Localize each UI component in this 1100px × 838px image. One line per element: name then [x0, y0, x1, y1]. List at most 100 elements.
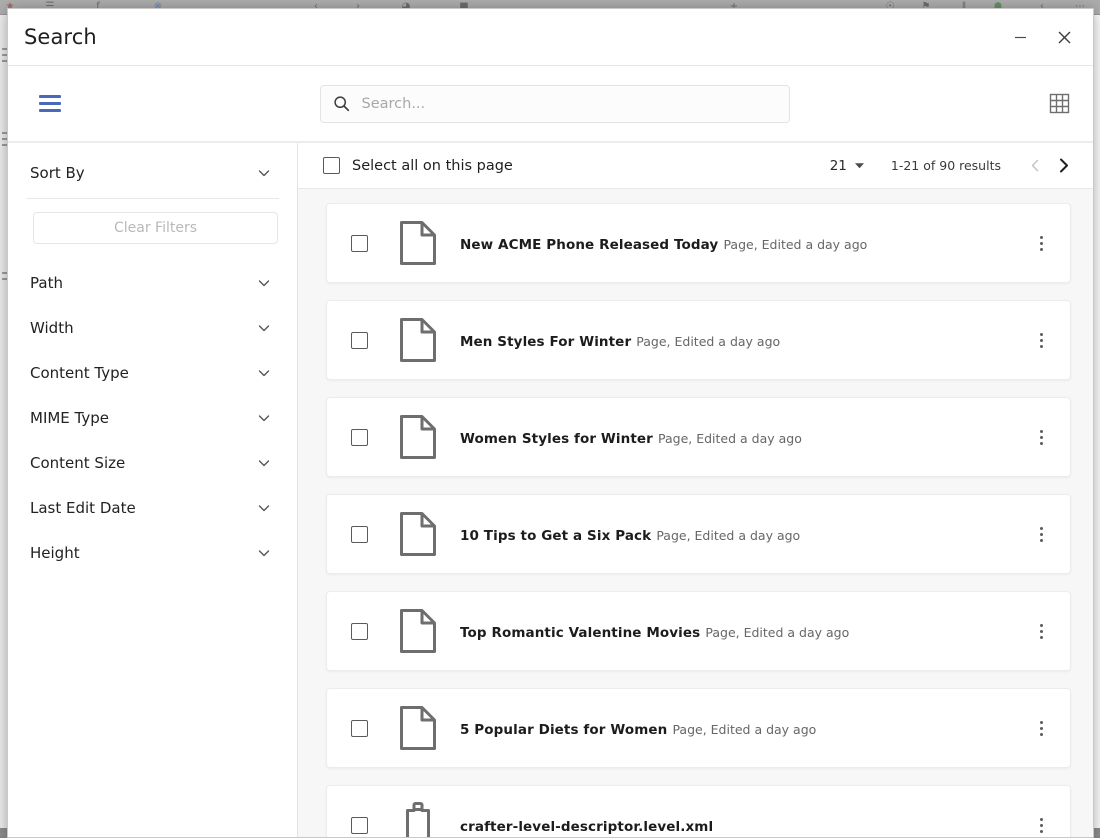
result-checkbox[interactable] [351, 331, 368, 349]
result-text: 10 Tips to Get a Six Pack Page, Edited a… [460, 525, 1026, 544]
search-toolbar [8, 66, 1093, 142]
kebab-dot [1039, 526, 1043, 530]
dialog-titlebar: Search [8, 9, 1093, 66]
pagination-controls: 21 1-21 of 90 results [830, 152, 1077, 180]
result-subtitle: Page, Edited a day ago [658, 430, 802, 446]
search-input[interactable] [359, 94, 777, 113]
result-checkbox[interactable] [351, 525, 368, 543]
chevron-down-icon [256, 275, 272, 291]
kebab-dot [1039, 241, 1043, 245]
sidebar-item-path[interactable]: Path [8, 260, 297, 305]
result-text: Women Styles for Winter Page, Edited a d… [460, 428, 1026, 447]
chevron-down-icon [256, 165, 272, 181]
chevron-down-icon [256, 365, 272, 381]
kebab-dot [1039, 332, 1043, 336]
kebab-dot [1039, 823, 1043, 827]
kebab-dot [1039, 623, 1043, 627]
result-checkbox[interactable] [351, 816, 368, 834]
result-text: 5 Popular Diets for Women Page, Edited a… [460, 719, 1026, 738]
search-field-wrapper [70, 84, 1039, 123]
result-row[interactable]: 5 Popular Diets for Women Page, Edited a… [326, 688, 1071, 768]
hamburger-bar [39, 109, 61, 112]
result-text: New ACME Phone Released Today Page, Edit… [460, 234, 1026, 253]
result-row[interactable]: crafter-level-descriptor.level.xml [326, 785, 1071, 837]
search-icon [333, 95, 350, 112]
sidebar-item-sort-by[interactable]: Sort By [8, 150, 297, 195]
result-checkbox[interactable] [351, 622, 368, 640]
result-row[interactable]: Men Styles For Winter Page, Edited a day… [326, 300, 1071, 380]
result-subtitle: Page, Edited a day ago [636, 333, 781, 349]
row-options-icon[interactable] [1026, 808, 1056, 837]
chevron-down-icon [854, 160, 865, 171]
results-count: 1-21 of 90 results [890, 158, 1001, 173]
kebab-dot [1039, 532, 1043, 536]
row-options-icon[interactable] [1026, 323, 1056, 357]
close-icon[interactable] [1049, 22, 1079, 52]
filter-label: MIME Type [30, 408, 110, 427]
search-box[interactable] [319, 84, 790, 123]
document-icon [398, 316, 438, 364]
grid-view-icon[interactable] [1039, 84, 1079, 124]
filter-label: Content Size [30, 453, 126, 472]
sidebar-item-last-edit-date[interactable]: Last Edit Date [8, 485, 297, 530]
kebab-dot [1039, 338, 1043, 342]
filter-label: Content Type [30, 363, 129, 382]
row-options-icon[interactable] [1026, 614, 1056, 648]
row-options-icon[interactable] [1026, 226, 1056, 260]
result-row[interactable]: New ACME Phone Released Today Page, Edit… [326, 203, 1071, 283]
chevron-down-icon [256, 320, 272, 336]
result-row[interactable]: 10 Tips to Get a Six Pack Page, Edited a… [326, 494, 1071, 574]
filter-list: Path Width Content Type MIME Type Conten… [8, 260, 297, 575]
hamburger-menu-icon[interactable] [30, 84, 70, 124]
hamburger-bar [39, 95, 61, 98]
filter-label: Height [30, 543, 80, 562]
result-row[interactable]: Women Styles for Winter Page, Edited a d… [326, 397, 1071, 477]
kebab-dot [1039, 817, 1043, 821]
clipboard-icon [398, 801, 438, 837]
page-size-dropdown[interactable]: 21 [830, 158, 865, 174]
chevron-down-icon [256, 500, 272, 516]
result-subtitle: Page, Edited a day ago [672, 721, 817, 737]
result-text: Top Romantic Valentine Movies Page, Edit… [460, 622, 1026, 641]
clear-filters-button[interactable]: Clear Filters [33, 212, 278, 244]
search-dialog: Search Search... Sort By Clear Filters P… [7, 8, 1094, 838]
result-checkbox[interactable] [351, 719, 368, 737]
document-icon [398, 510, 438, 558]
sidebar-item-mime-type[interactable]: MIME Type [8, 395, 297, 440]
next-page-icon[interactable] [1049, 152, 1077, 180]
select-all-checkbox[interactable] [323, 157, 340, 174]
result-row[interactable]: Top Romantic Valentine Movies Page, Edit… [326, 591, 1071, 671]
sidebar-item-content-type[interactable]: Content Type [8, 350, 297, 395]
result-title: Top Romantic Valentine Movies [460, 624, 701, 641]
sidebar-item-content-size[interactable]: Content Size [8, 440, 297, 485]
result-subtitle: Page, Edited a day ago [705, 624, 850, 640]
kebab-dot [1039, 629, 1043, 633]
document-icon [398, 704, 438, 752]
sidebar-item-height[interactable]: Height [8, 530, 297, 575]
result-text: Men Styles For Winter Page, Edited a day… [460, 331, 1026, 350]
result-checkbox[interactable] [351, 428, 368, 446]
page-title: Search [24, 25, 97, 49]
filter-label: Last Edit Date [30, 498, 136, 517]
sort-by-label: Sort By [30, 163, 85, 182]
clear-filters-wrapper: Clear Filters [8, 199, 297, 260]
result-title: Men Styles For Winter [460, 333, 632, 350]
row-options-icon[interactable] [1026, 420, 1056, 454]
previous-page-icon[interactable] [1021, 152, 1049, 180]
result-checkbox[interactable] [351, 234, 368, 252]
row-options-icon[interactable] [1026, 517, 1056, 551]
window-controls [1005, 22, 1079, 52]
kebab-dot [1039, 429, 1043, 433]
chevron-down-icon [256, 545, 272, 561]
filter-label: Width [30, 318, 74, 337]
dialog-body: Sort By Clear Filters Path Width Content… [8, 142, 1093, 837]
kebab-dot [1039, 344, 1043, 348]
kebab-dot [1039, 235, 1043, 239]
result-title: New ACME Phone Released Today [460, 236, 719, 253]
result-title: crafter-level-descriptor.level.xml [460, 818, 714, 835]
minimize-icon[interactable] [1005, 22, 1035, 52]
row-options-icon[interactable] [1026, 711, 1056, 745]
document-icon [398, 607, 438, 655]
sidebar-item-width[interactable]: Width [8, 305, 297, 350]
kebab-dot [1039, 720, 1043, 724]
